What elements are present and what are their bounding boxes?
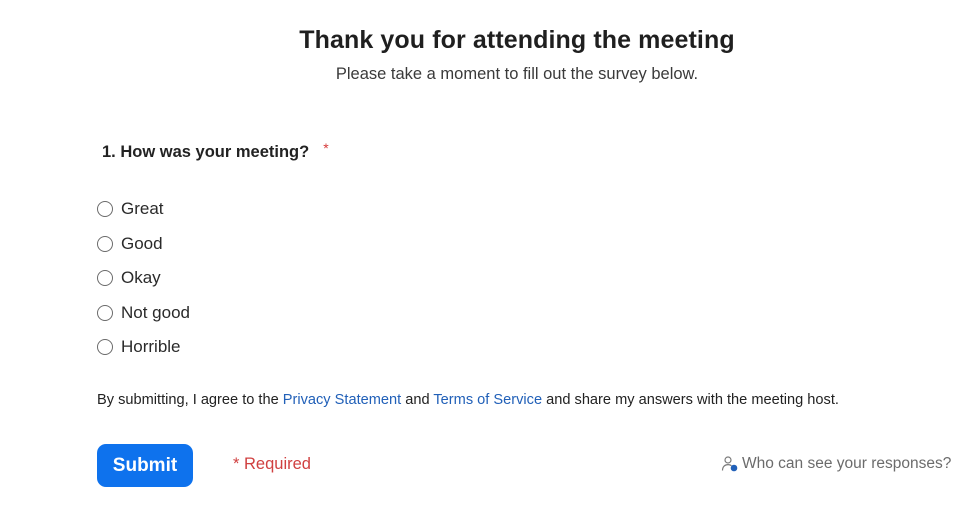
consent-prefix: By submitting, I agree to the	[97, 392, 283, 408]
terms-of-service-link[interactable]: Terms of Service	[433, 392, 542, 408]
user-lock-icon	[721, 456, 738, 472]
radio-button[interactable]	[97, 270, 113, 287]
required-note: * Required	[233, 455, 311, 473]
page-title: Thank you for attending the meeting	[299, 26, 735, 54]
page-subtitle: Please take a moment to fill out the sur…	[335, 65, 699, 83]
option-great[interactable]: Great	[97, 192, 190, 227]
required-star: *	[323, 140, 329, 156]
radio-button[interactable]	[97, 201, 113, 218]
radio-button[interactable]	[97, 304, 113, 321]
option-horrible[interactable]: Horrible	[97, 330, 190, 365]
consent-text: By submitting, I agree to the Privacy St…	[97, 392, 839, 408]
submit-button[interactable]: Submit	[97, 444, 193, 487]
option-label: Not good	[121, 302, 190, 322]
radio-button[interactable]	[97, 235, 113, 252]
option-okay[interactable]: Okay	[97, 261, 190, 296]
consent-middle: and	[401, 392, 434, 408]
option-not-good[interactable]: Not good	[97, 296, 190, 331]
who-can-see-label: Who can see your responses?	[742, 455, 952, 472]
option-label: Okay	[121, 268, 161, 288]
option-label: Horrible	[121, 337, 181, 357]
question-label: 1. How was your meeting? *	[102, 140, 329, 162]
option-label: Great	[121, 199, 164, 219]
option-good[interactable]: Good	[97, 227, 190, 262]
answer-options: Great Good Okay Not good Horrible	[97, 192, 190, 365]
who-can-see-link[interactable]: Who can see your responses?	[721, 455, 951, 473]
consent-suffix: and share my answers with the meeting ho…	[542, 392, 839, 408]
survey-page: Thank you for attending the meeting Plea…	[0, 0, 975, 520]
privacy-statement-link[interactable]: Privacy Statement	[283, 392, 401, 408]
radio-button[interactable]	[97, 339, 113, 356]
question-text: 1. How was your meeting?	[102, 143, 310, 161]
option-label: Good	[121, 233, 163, 253]
